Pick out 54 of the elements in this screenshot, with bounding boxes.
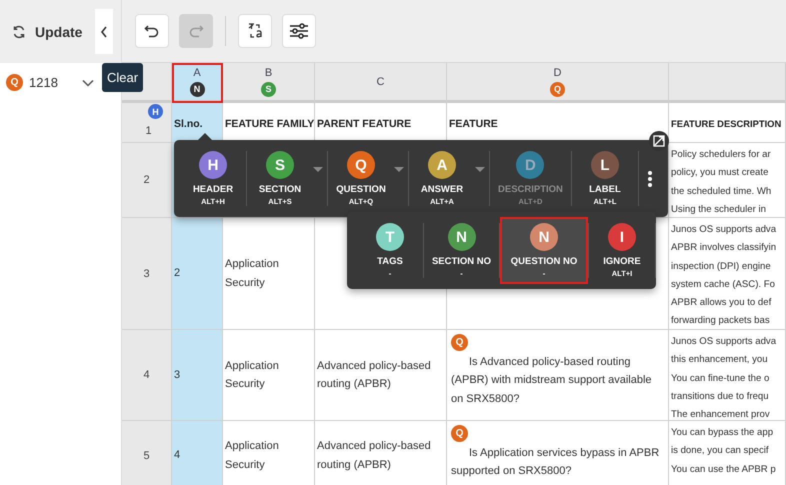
collapse-button[interactable] xyxy=(95,9,113,54)
more-icon[interactable] xyxy=(648,170,652,186)
row-number: 3 xyxy=(122,218,172,330)
column-header[interactable]: D Q xyxy=(447,63,669,103)
undo-icon xyxy=(144,24,160,38)
table-cell: Application Security xyxy=(223,330,315,421)
table-cell: Advanced policy-based routing (APBR) xyxy=(315,421,447,485)
column-title: Sl.no. xyxy=(172,103,223,143)
dropdown-caret-icon[interactable] xyxy=(313,166,323,172)
settings-button[interactable] xyxy=(282,14,316,48)
column-letter: A xyxy=(193,66,201,78)
table-cell: Junos OS supports adva APBR involves classifyin inspection (DPI) engine system cache (ASC). Fo APBR allows you to def forwarding packets bas xyxy=(669,218,786,330)
refresh-icon xyxy=(12,24,26,38)
column-tag-badge: S xyxy=(261,82,276,96)
column-title: FEATURE DESCRIPTION xyxy=(669,103,786,143)
dropdown-caret-icon[interactable] xyxy=(394,166,404,172)
question-count: 1218 xyxy=(29,75,58,90)
table-cell: 2 xyxy=(172,218,223,330)
translate-button[interactable] xyxy=(238,14,272,48)
column-tag-badge: Q xyxy=(550,82,565,96)
clear-tooltip: Clear xyxy=(102,63,144,92)
column-letter: D xyxy=(554,66,562,78)
table-cell: Junos OS supports adva this enhancement, you You can fine-tune the o transitions due to frequ The enhancement prov xyxy=(669,330,786,421)
table-cell: Application Security xyxy=(223,218,315,330)
chevron-left-icon xyxy=(100,26,108,38)
column-header[interactable]: B S xyxy=(223,63,315,103)
column-tag-badge: N xyxy=(190,82,204,96)
redo-icon xyxy=(188,24,204,38)
question-text: Is Application services bypass in APBR supported on SRX5800? xyxy=(451,446,660,480)
table-cell: Advanced policy-based routing (APBR) xyxy=(315,330,447,421)
table-cell: 4 xyxy=(172,421,223,485)
row-number: H 1 xyxy=(122,103,172,143)
table-cell: Application Security xyxy=(223,421,315,485)
column-header[interactable]: A N xyxy=(172,63,223,103)
sliders-icon xyxy=(289,22,309,40)
column-letter: C xyxy=(376,76,384,88)
row-number: 5 xyxy=(122,421,172,485)
row-tag-badge: H xyxy=(148,104,163,119)
chevron-down-icon[interactable] xyxy=(82,78,94,86)
row-number: 4 xyxy=(122,330,172,421)
question-text: Is Advanced policy-based routing (APBR) with midstream support available on SRX5800? xyxy=(451,355,653,407)
table-cell: 3 xyxy=(172,330,223,421)
table-cell: Policy schedulers for ar policy, you must create the scheduled time. Wh Using the scheduler in xyxy=(669,143,786,218)
expand-icon[interactable] xyxy=(649,131,669,151)
question-badge: Q xyxy=(451,334,468,351)
column-header[interactable]: C xyxy=(315,63,447,103)
row-number: 2 xyxy=(122,143,172,218)
table-cell: You can bypass the app is done, you can specif You can use the APBR p xyxy=(669,421,786,485)
question-badge: Q xyxy=(451,425,468,442)
question-badge: Q xyxy=(6,74,23,91)
undo-button[interactable] xyxy=(135,14,169,48)
dropdown-caret-icon[interactable] xyxy=(475,166,485,172)
translate-icon xyxy=(246,22,264,40)
column-letter: B xyxy=(264,66,272,78)
